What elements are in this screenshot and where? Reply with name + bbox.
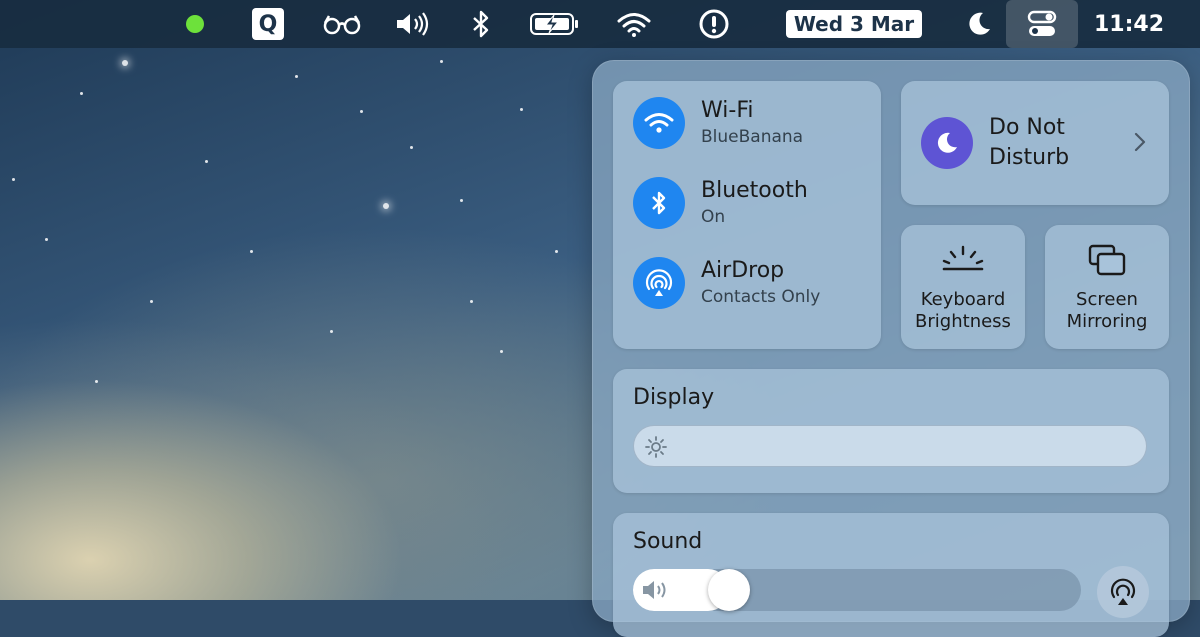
star — [150, 300, 153, 303]
display-title: Display — [633, 385, 715, 410]
star — [440, 60, 443, 63]
do-not-disturb-tile[interactable]: Do Not Disturb — [901, 81, 1169, 205]
dnd-button[interactable] — [921, 117, 973, 169]
green-status-icon — [186, 15, 204, 33]
star — [330, 330, 333, 333]
moon-icon — [969, 12, 990, 35]
dnd-label: Do Not Disturb — [989, 113, 1109, 173]
airplay-audio-icon — [1110, 578, 1136, 605]
wifi-icon — [617, 13, 651, 37]
star — [460, 199, 463, 202]
alert-menu[interactable] — [697, 0, 731, 48]
battery-menu[interactable] — [528, 0, 582, 48]
kb-label-line1: Keyboard — [920, 289, 1006, 310]
status-dot[interactable] — [186, 0, 204, 48]
keyboard-brightness-tile[interactable]: Keyboard Brightness — [901, 225, 1025, 349]
chevron-right-icon[interactable] — [1133, 131, 1147, 157]
bluetooth-icon — [652, 191, 666, 215]
wifi-toggle[interactable]: Wi-Fi BlueBanana — [633, 95, 873, 151]
speaker-icon — [643, 581, 666, 599]
airdrop-button[interactable] — [633, 257, 685, 309]
glasses-menu[interactable] — [322, 0, 362, 48]
wifi-menu[interactable] — [614, 0, 654, 48]
bluetooth-title: Bluetooth — [701, 178, 808, 203]
date-label: Wed 3 Mar — [785, 10, 923, 38]
star — [383, 203, 389, 209]
kb-label-line2: Brightness — [915, 311, 1011, 332]
volume-icon — [397, 12, 429, 36]
airplay-audio-button[interactable] — [1097, 566, 1149, 618]
wifi-icon — [644, 113, 674, 133]
star — [470, 300, 473, 303]
airdrop-title: AirDrop — [701, 258, 785, 283]
star — [205, 160, 208, 163]
keyboard-brightness-icon — [942, 245, 984, 271]
date-menu[interactable]: Wed 3 Mar — [784, 0, 924, 48]
sun-icon — [645, 436, 667, 458]
network-tile: Wi-Fi BlueBanana Bluetooth On AirDrop Co… — [613, 81, 881, 349]
q-app-menu[interactable]: Q — [251, 0, 285, 48]
display-tile: Display — [613, 369, 1169, 493]
star — [500, 350, 503, 353]
airdrop-status: Contacts Only — [701, 287, 821, 307]
wifi-network-name: BlueBanana — [701, 127, 804, 147]
control-center-icon — [1027, 10, 1057, 36]
control-center-menu[interactable] — [1006, 0, 1078, 48]
sm-label-line1: Screen — [1076, 289, 1138, 310]
screen-mirroring-tile[interactable]: Screen Mirroring — [1045, 225, 1169, 349]
airdrop-icon — [645, 269, 673, 296]
moon-icon — [937, 132, 957, 153]
clock[interactable]: 11:42 — [1084, 0, 1174, 48]
star — [360, 110, 363, 113]
bluetooth-menu[interactable] — [466, 0, 496, 48]
exclamation-circle-icon — [699, 9, 729, 39]
volume-slider[interactable] — [633, 569, 1081, 611]
volume-knob[interactable] — [707, 569, 750, 611]
star — [250, 250, 253, 253]
screen-mirroring-label: Screen Mirroring — [1045, 289, 1169, 333]
control-center-panel: Wi-Fi BlueBanana Bluetooth On AirDrop Co… — [592, 60, 1190, 637]
sound-title: Sound — [633, 529, 703, 554]
glasses-icon — [323, 15, 361, 35]
focus-menu[interactable] — [962, 0, 996, 48]
star — [520, 108, 523, 111]
star — [295, 75, 298, 78]
dnd-label-line1: Do Not — [989, 115, 1065, 140]
menu-bar: Q Wed 3 Mar 11:42 — [0, 0, 1200, 48]
star — [122, 60, 128, 66]
volume-menu[interactable] — [394, 0, 434, 48]
bluetooth-icon — [473, 10, 489, 38]
battery-charging-icon — [530, 13, 578, 35]
star — [45, 238, 48, 241]
sound-tile: Sound — [613, 513, 1169, 637]
star — [95, 380, 98, 383]
dnd-label-line2: Disturb — [989, 145, 1070, 170]
display-brightness-slider[interactable] — [633, 425, 1147, 467]
star — [555, 250, 558, 253]
wifi-title: Wi-Fi — [701, 98, 754, 123]
bluetooth-button[interactable] — [633, 177, 685, 229]
star — [410, 146, 413, 149]
q-app-icon: Q — [252, 8, 284, 40]
bluetooth-toggle[interactable]: Bluetooth On — [633, 175, 873, 231]
wifi-button[interactable] — [633, 97, 685, 149]
bluetooth-status: On — [701, 207, 726, 227]
sm-label-line2: Mirroring — [1066, 311, 1148, 332]
screen-mirroring-icon — [1088, 244, 1126, 276]
star — [80, 92, 83, 95]
airdrop-toggle[interactable]: AirDrop Contacts Only — [633, 255, 873, 311]
keyboard-brightness-label: Keyboard Brightness — [901, 289, 1025, 333]
star — [12, 178, 15, 181]
